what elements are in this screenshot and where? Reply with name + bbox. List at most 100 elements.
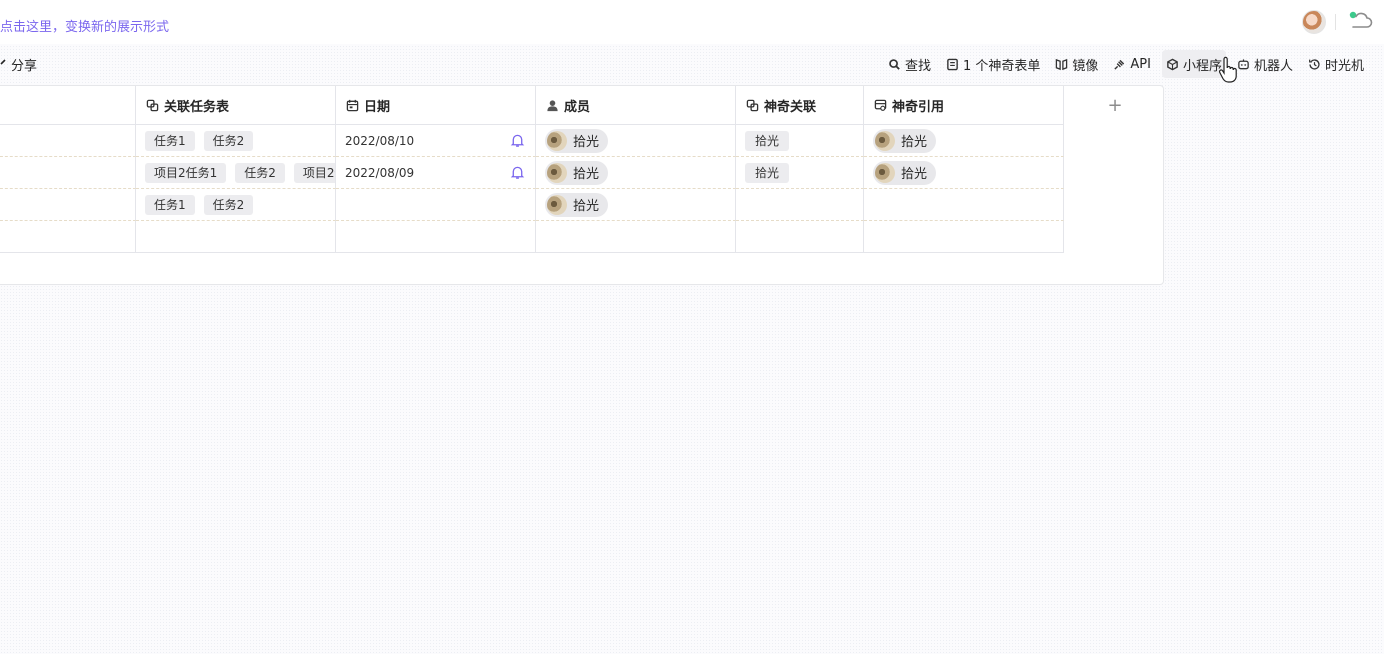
column-header-linked-tasks[interactable]: 关联任务表	[136, 86, 336, 125]
widget-icon	[1167, 58, 1178, 70]
top-divider	[1335, 14, 1336, 30]
magic-link-cell[interactable]	[736, 221, 864, 253]
form-icon	[947, 58, 958, 70]
mirror-label: 镜像	[1072, 58, 1099, 74]
mirror-button[interactable]: 镜像	[1051, 50, 1102, 78]
date-cell[interactable]	[336, 189, 536, 221]
link-icon	[146, 99, 159, 111]
column-header-magic-lookup[interactable]: 神奇引用	[864, 86, 1064, 125]
column-header-label: 神奇引用	[892, 99, 945, 115]
column-header-label: 神奇关联	[764, 99, 817, 115]
date-value: 2022/08/10	[345, 133, 415, 148]
member-name: 拾光	[901, 167, 928, 182]
member-cell[interactable]: 拾光	[536, 157, 736, 189]
task-tag[interactable]: 任务1	[145, 130, 195, 151]
date-cell[interactable]: 2022/08/10	[336, 125, 536, 157]
calendar-icon	[346, 99, 359, 111]
task-tag[interactable]: 任务1	[145, 194, 195, 215]
search-label: 查找	[904, 58, 931, 74]
member-cell[interactable]: 拾光	[536, 189, 736, 221]
api-button[interactable]: API	[1109, 50, 1155, 78]
view-toolbar: 分享 查找 1 个神奇表单 镜像 API 小程序 机器人 时光机	[0, 44, 1384, 84]
date-cell[interactable]	[336, 221, 536, 253]
history-button[interactable]: 时光机	[1304, 50, 1368, 78]
user-avatar[interactable]	[1302, 10, 1326, 34]
cloud-sync-icon[interactable]	[1346, 9, 1374, 31]
member-chip[interactable]: 拾光	[545, 192, 609, 217]
magic-lookup-cell[interactable]: 拾光	[864, 125, 1064, 157]
avatar	[547, 162, 567, 183]
magic-lookup-cell[interactable]: 拾光	[864, 157, 1064, 189]
magic-link-tag[interactable]: 拾光	[745, 130, 790, 151]
date-cell[interactable]: 2022/08/09	[336, 157, 536, 189]
task-tag[interactable]: 项目2任务1	[145, 162, 227, 183]
task-tag[interactable]: 任务2	[203, 194, 254, 215]
robot-label: 机器人	[1253, 58, 1293, 74]
column-header-date[interactable]: 日期	[336, 86, 536, 125]
task-tag[interactable]: 任务2	[203, 130, 254, 151]
magic-lookup-cell[interactable]	[864, 189, 1064, 221]
member-cell[interactable]: 拾光	[536, 125, 736, 157]
share-icon	[0, 59, 6, 65]
magic-link-cell[interactable]: 拾光	[736, 125, 864, 157]
column-header-label: 成员	[564, 99, 591, 115]
lookup-icon	[874, 99, 887, 111]
magic-link-tag[interactable]: 拾光	[745, 162, 790, 183]
member-icon	[547, 99, 558, 111]
linked-tasks-cell[interactable]: 任务1 任务2	[136, 189, 336, 221]
table-row[interactable]: 任务1 任务2 拾光	[0, 189, 1064, 221]
page: 点击这里，变换新的展示形式 分享 查找 1 个神奇表单 镜像 API 小程序 机…	[0, 0, 1384, 654]
member-chip[interactable]: 拾光	[545, 128, 609, 153]
hand-cursor-icon	[1218, 56, 1237, 83]
column-header-primary[interactable]	[0, 86, 136, 125]
table-row[interactable]: 项目2任务1 任务2 项目2任务 2022/08/09 拾光 拾光 拾光	[0, 157, 1064, 189]
reminder-bell-icon[interactable]	[510, 133, 525, 148]
avatar	[547, 194, 567, 215]
member-name: 拾光	[573, 199, 600, 214]
reminder-bell-icon[interactable]	[510, 165, 525, 180]
link-icon	[746, 99, 759, 111]
task-tag[interactable]: 任务2	[235, 162, 285, 183]
member-cell[interactable]	[536, 221, 736, 253]
add-column-button[interactable]: +	[1065, 86, 1165, 125]
date-value: 2022/08/09	[345, 165, 415, 180]
column-header-magic-link[interactable]: 神奇关联	[736, 86, 864, 125]
api-label: API	[1130, 56, 1151, 72]
share-button[interactable]: 分享	[0, 55, 37, 74]
column-header-label: 日期	[364, 99, 391, 115]
magic-link-cell[interactable]: 拾光	[736, 157, 864, 189]
member-chip[interactable]: 拾光	[873, 160, 937, 185]
member-chip[interactable]: 拾光	[873, 128, 937, 153]
robot-button[interactable]: 机器人	[1233, 50, 1297, 78]
primary-cell[interactable]	[0, 189, 136, 221]
history-icon	[1309, 58, 1320, 70]
form-button[interactable]: 1 个神奇表单	[942, 50, 1044, 78]
column-header-label: 关联任务表	[164, 99, 230, 115]
search-icon	[889, 58, 900, 70]
primary-cell[interactable]	[0, 221, 136, 253]
member-name: 拾光	[573, 167, 600, 182]
member-chip[interactable]: 拾光	[545, 160, 609, 185]
form-label: 1 个神奇表单	[962, 58, 1041, 74]
primary-cell[interactable]	[0, 125, 136, 157]
avatar	[547, 130, 567, 151]
top-bar: 点击这里，变换新的展示形式	[0, 0, 1384, 44]
column-header-member[interactable]: 成员	[536, 86, 736, 125]
linked-tasks-cell[interactable]	[136, 221, 336, 253]
primary-cell[interactable]	[0, 157, 136, 189]
table-row[interactable]: 任务1 任务2 2022/08/10 拾光 拾光 拾光	[0, 125, 1064, 157]
mirror-icon	[1056, 58, 1068, 70]
share-label: 分享	[11, 59, 38, 74]
view-switch-hint-link[interactable]: 点击这里，变换新的展示形式	[0, 16, 169, 35]
avatar	[875, 130, 895, 151]
api-icon	[1114, 59, 1125, 70]
magic-lookup-cell[interactable]	[864, 221, 1064, 253]
linked-tasks-cell[interactable]: 任务1 任务2	[136, 125, 336, 157]
linked-tasks-cell[interactable]: 项目2任务1 任务2 项目2任务	[136, 157, 336, 189]
task-tag[interactable]: 项目2任务	[293, 162, 335, 183]
table-row[interactable]	[0, 221, 1064, 253]
search-button[interactable]: 查找	[884, 50, 935, 78]
history-label: 时光机	[1324, 58, 1364, 74]
magic-link-cell[interactable]	[736, 189, 864, 221]
grid-header-row: 关联任务表 日期 成员 神奇关联 神奇引用	[0, 86, 1064, 125]
